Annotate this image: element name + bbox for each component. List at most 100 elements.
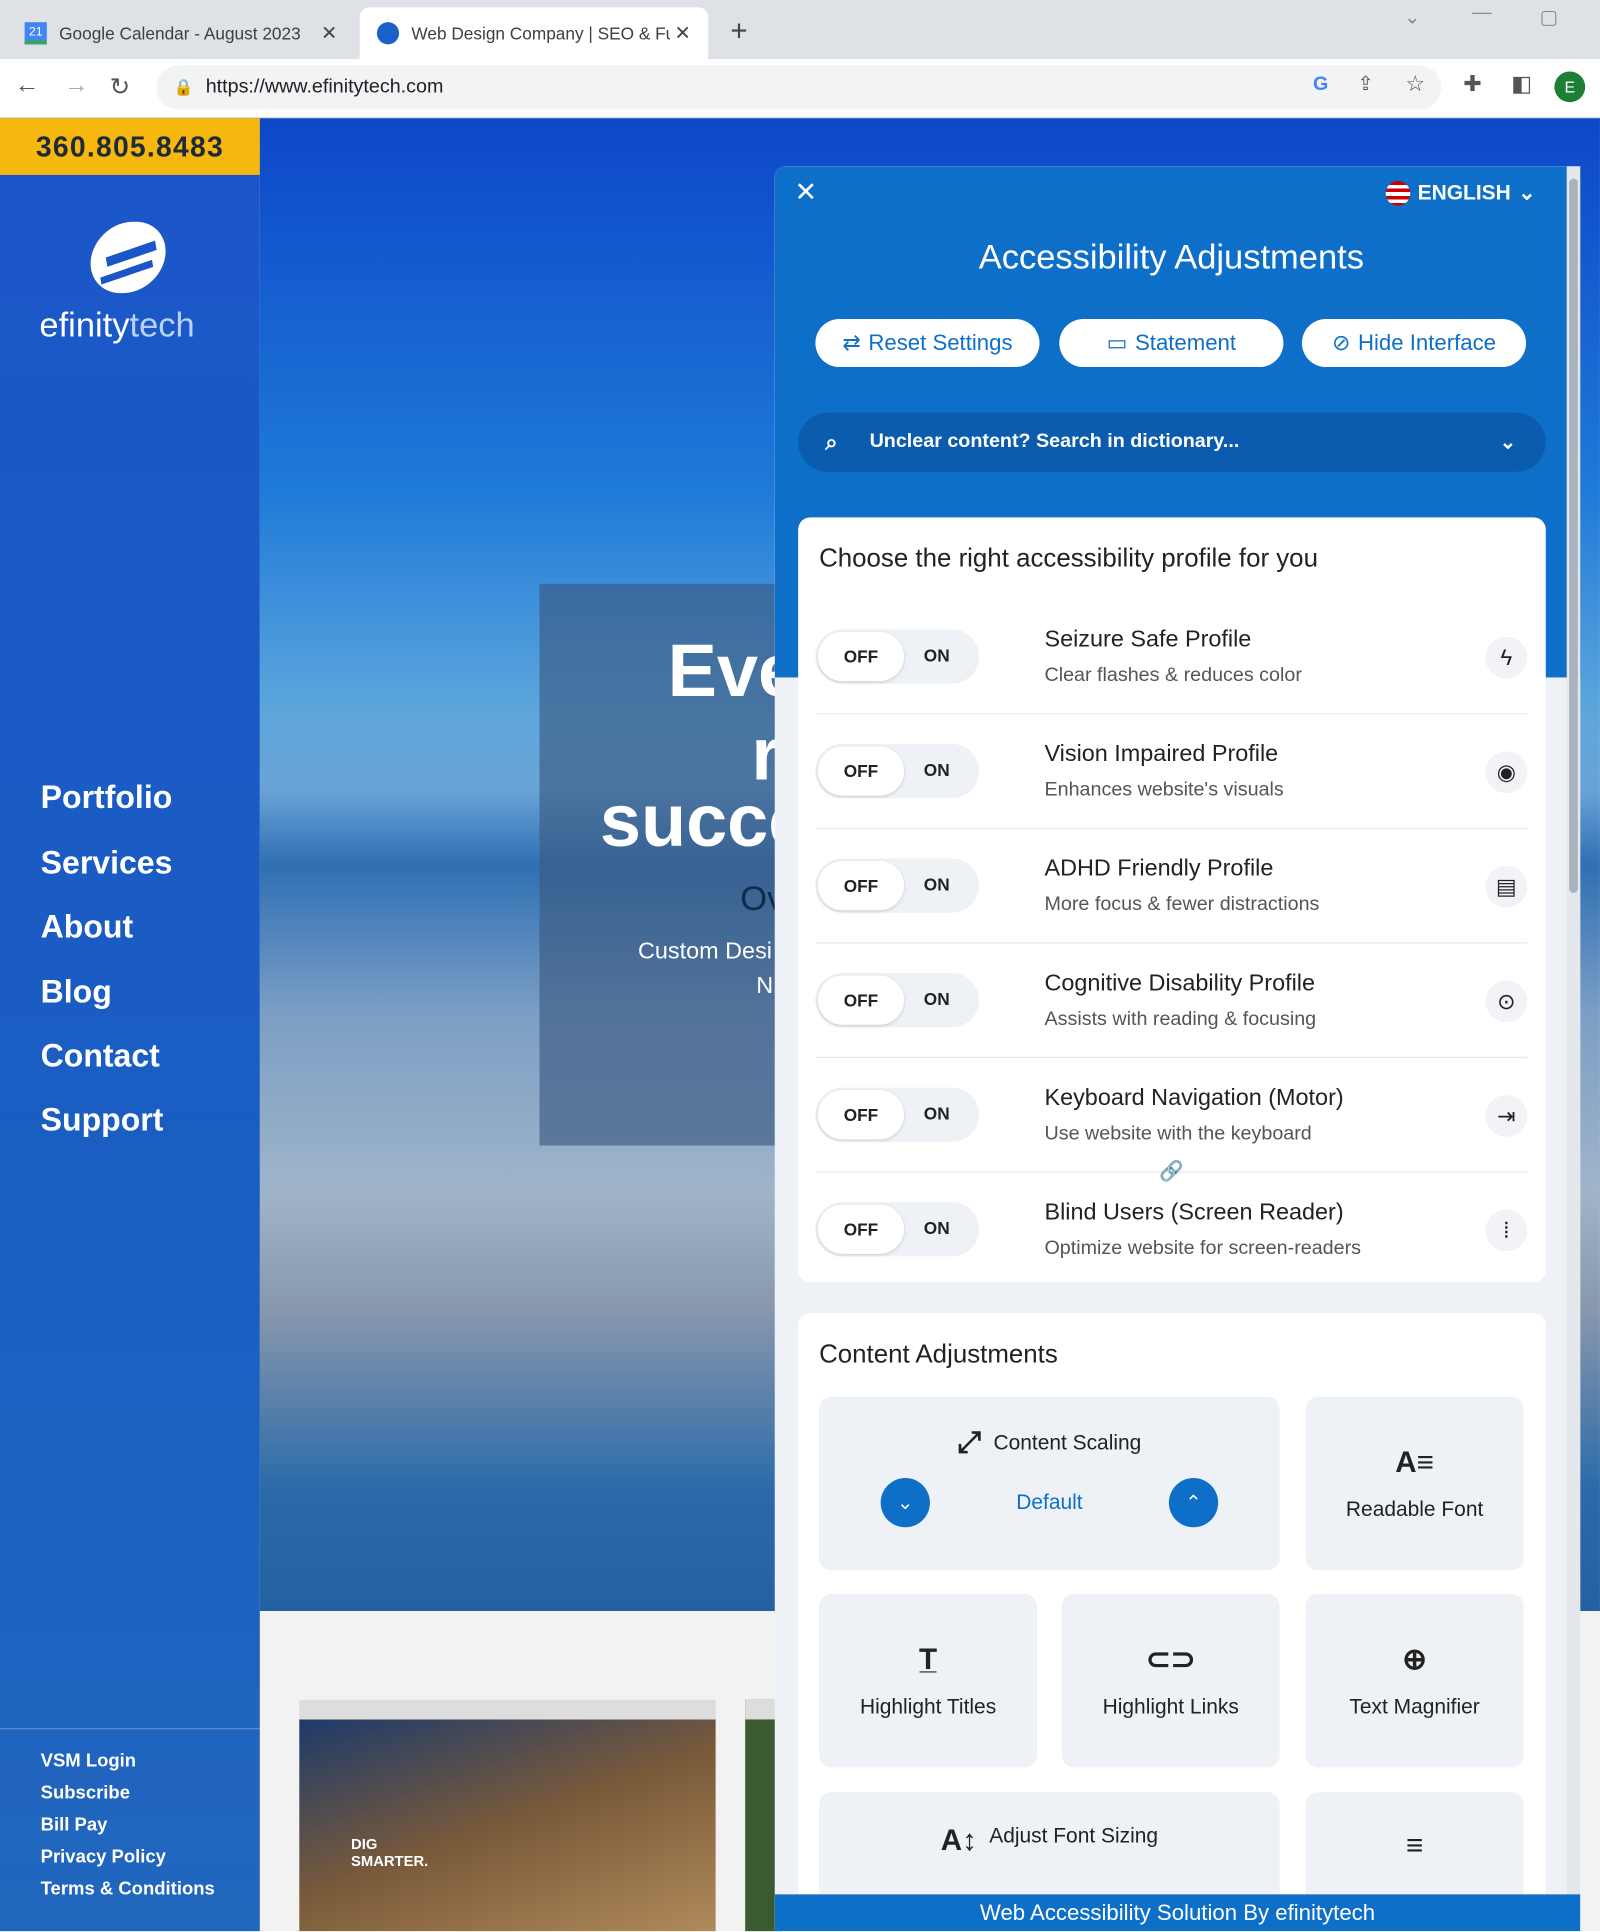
- link-icon: 🔗: [1159, 1161, 1184, 1183]
- toggle-off[interactable]: OFF: [817, 1204, 905, 1254]
- footer-privacy-policy[interactable]: Privacy Policy: [41, 1846, 166, 1867]
- highlight-links-tile[interactable]: ⊂⊃ Highlight Links: [1061, 1593, 1280, 1768]
- profile-row: OFF ON Vision Impaired Profile Enhances w…: [815, 714, 1528, 829]
- us-flag-icon: [1385, 181, 1411, 206]
- footer-terms[interactable]: Terms & Conditions: [41, 1878, 215, 1899]
- title-icon: T̲: [919, 1642, 938, 1676]
- audio-wave-icon: ⦙: [1485, 1209, 1528, 1252]
- hide-interface-button[interactable]: ⊘ Hide Interface: [1301, 319, 1527, 368]
- profile-toggle[interactable]: OFF ON: [815, 858, 980, 913]
- maximize-button[interactable]: ▢: [1540, 5, 1559, 30]
- new-tab-button[interactable]: +: [730, 15, 747, 49]
- dictionary-search[interactable]: ⌕ Unclear content? Search in dictionary..…: [798, 412, 1546, 472]
- profiles-heading: Choose the right accessibility profile f…: [819, 544, 1318, 573]
- highlight-titles-tile[interactable]: T̲ Highlight Titles: [819, 1593, 1038, 1768]
- expand-icon: ⤢: [957, 1426, 982, 1460]
- side-panel-icon[interactable]: ◧: [1511, 71, 1532, 97]
- tab-efinitytech[interactable]: Web Design Company | SEO & Fu ✕: [359, 7, 709, 60]
- profile-toggle[interactable]: OFF ON: [815, 973, 980, 1028]
- decrease-scaling-button[interactable]: ⌄: [880, 1478, 930, 1528]
- content-heading: Content Adjustments: [819, 1340, 1058, 1369]
- nav-blog[interactable]: Blog: [41, 973, 112, 1011]
- profile-toggle[interactable]: OFF ON: [815, 743, 980, 799]
- readable-font-tile[interactable]: A≡ Readable Font: [1305, 1396, 1524, 1571]
- profile-toggle[interactable]: OFF ON: [815, 629, 980, 684]
- phone-number[interactable]: 360.805.8483: [0, 118, 260, 175]
- profile-toggle[interactable]: OFF ON: [815, 1087, 980, 1142]
- scrollbar[interactable]: [1566, 166, 1581, 1895]
- zoom-in-icon: ⊕: [1402, 1643, 1427, 1677]
- profile-subtitle: Optimize website for screen-readers: [1044, 1237, 1362, 1259]
- align-center-icon: ≡: [1405, 1829, 1424, 1863]
- toggle-on[interactable]: ON: [924, 1104, 950, 1124]
- portfolio-thumbnail[interactable]: DIG SMARTER.: [299, 1699, 716, 1932]
- close-tab-icon[interactable]: ✕: [674, 21, 691, 46]
- search-icon: ⌕: [825, 429, 838, 454]
- toggle-on[interactable]: ON: [924, 645, 950, 665]
- tab-google-calendar[interactable]: 21 Google Calendar - August 2023 ✕: [7, 7, 354, 59]
- eye-slash-icon: ⊘: [1331, 330, 1351, 355]
- toggle-off[interactable]: OFF: [817, 860, 905, 911]
- url-input[interactable]: 🔒 https://www.efinitytech.com: [156, 65, 1442, 110]
- footer-bill-pay[interactable]: Bill Pay: [41, 1814, 108, 1835]
- nav-portfolio[interactable]: Portfolio: [41, 778, 173, 816]
- calendar-icon: 21: [24, 22, 47, 45]
- font-size-icon: A↕: [940, 1824, 977, 1858]
- lock-icon: 🔒: [173, 77, 194, 97]
- eye-icon: ◉: [1485, 751, 1528, 794]
- nav-support[interactable]: Support: [41, 1101, 164, 1139]
- toggle-on[interactable]: ON: [924, 989, 950, 1009]
- toggle-off[interactable]: OFF: [817, 631, 905, 682]
- target-icon: ⊙: [1485, 980, 1528, 1023]
- logo-text[interactable]: efinitytech: [39, 305, 194, 344]
- close-icon[interactable]: ✕: [794, 176, 817, 208]
- reset-settings-button[interactable]: ⇄ Reset Settings: [815, 319, 1040, 368]
- profile-row: OFF ON Blind Users (Screen Reader) Optimi…: [815, 1173, 1528, 1288]
- profile-row: OFF ON ADHD Friendly Profile More focus &…: [815, 829, 1528, 944]
- profile-title: Blind Users (Screen Reader): [1044, 1199, 1344, 1226]
- forward-icon[interactable]: →: [64, 71, 89, 99]
- link-icon: ⊂⊃: [1145, 1643, 1196, 1677]
- nav-about[interactable]: About: [41, 908, 133, 946]
- panel-footer[interactable]: Web Accessibility Solution By efinitytec…: [774, 1894, 1581, 1932]
- tab-title: Web Design Company | SEO & Fu: [411, 23, 671, 44]
- nav-contact[interactable]: Contact: [41, 1037, 160, 1075]
- toggle-on[interactable]: ON: [924, 875, 950, 895]
- url-text: https://www.efinitytech.com: [205, 76, 444, 98]
- back-icon[interactable]: ←: [15, 71, 40, 99]
- language-selector[interactable]: ENGLISH ⌄: [1385, 181, 1536, 206]
- chevron-down-icon: ⌄: [1518, 181, 1536, 205]
- extensions-icon[interactable]: ✚: [1463, 71, 1482, 97]
- text-magnifier-tile[interactable]: ⊕ Text Magnifier: [1305, 1593, 1524, 1768]
- content-adjustments-card: Content Adjustments ⤢ Content Scaling ⌄ De…: [798, 1312, 1546, 1932]
- statement-button[interactable]: ▭ Statement: [1059, 319, 1284, 368]
- profile-title: Keyboard Navigation (Motor): [1044, 1085, 1344, 1111]
- footer-subscribe[interactable]: Subscribe: [41, 1782, 130, 1803]
- minimize-button[interactable]: —: [1472, 2, 1492, 24]
- profile-row: OFF ON Cognitive Disability Profile Assis…: [815, 943, 1528, 1059]
- tab-search-icon[interactable]: ⌄: [1404, 5, 1421, 30]
- swap-icon: ⇄: [842, 330, 861, 355]
- toggle-off[interactable]: OFF: [817, 975, 905, 1025]
- bookmark-star-icon[interactable]: ☆: [1405, 71, 1425, 97]
- reload-icon[interactable]: ↻: [110, 71, 131, 102]
- panel-title: Accessibility Adjustments: [978, 237, 1364, 276]
- chevron-down-icon: ⌄: [1499, 432, 1517, 454]
- sidebar: [0, 118, 260, 1932]
- toggle-off[interactable]: OFF: [817, 746, 905, 796]
- close-tab-icon[interactable]: ✕: [321, 21, 338, 46]
- increase-scaling-button[interactable]: ⌃: [1168, 1478, 1219, 1528]
- toggle-off[interactable]: OFF: [817, 1090, 905, 1140]
- profile-avatar[interactable]: E: [1554, 71, 1586, 103]
- toggle-on[interactable]: ON: [924, 1218, 950, 1238]
- divider: [0, 1728, 260, 1730]
- content-scaling-tile: ⤢ Content Scaling ⌄ Default ⌃: [819, 1396, 1280, 1571]
- readable-font-icon: A≡: [1395, 1445, 1434, 1479]
- toggle-on[interactable]: ON: [924, 760, 950, 780]
- footer-vsm-login[interactable]: VSM Login: [41, 1750, 136, 1771]
- nav-services[interactable]: Services: [41, 844, 173, 882]
- profile-toggle[interactable]: OFF ON: [815, 1202, 980, 1257]
- google-icon[interactable]: G: [1313, 74, 1328, 96]
- profile-title: Seizure Safe Profile: [1044, 626, 1252, 653]
- share-icon[interactable]: ⇪: [1357, 71, 1374, 96]
